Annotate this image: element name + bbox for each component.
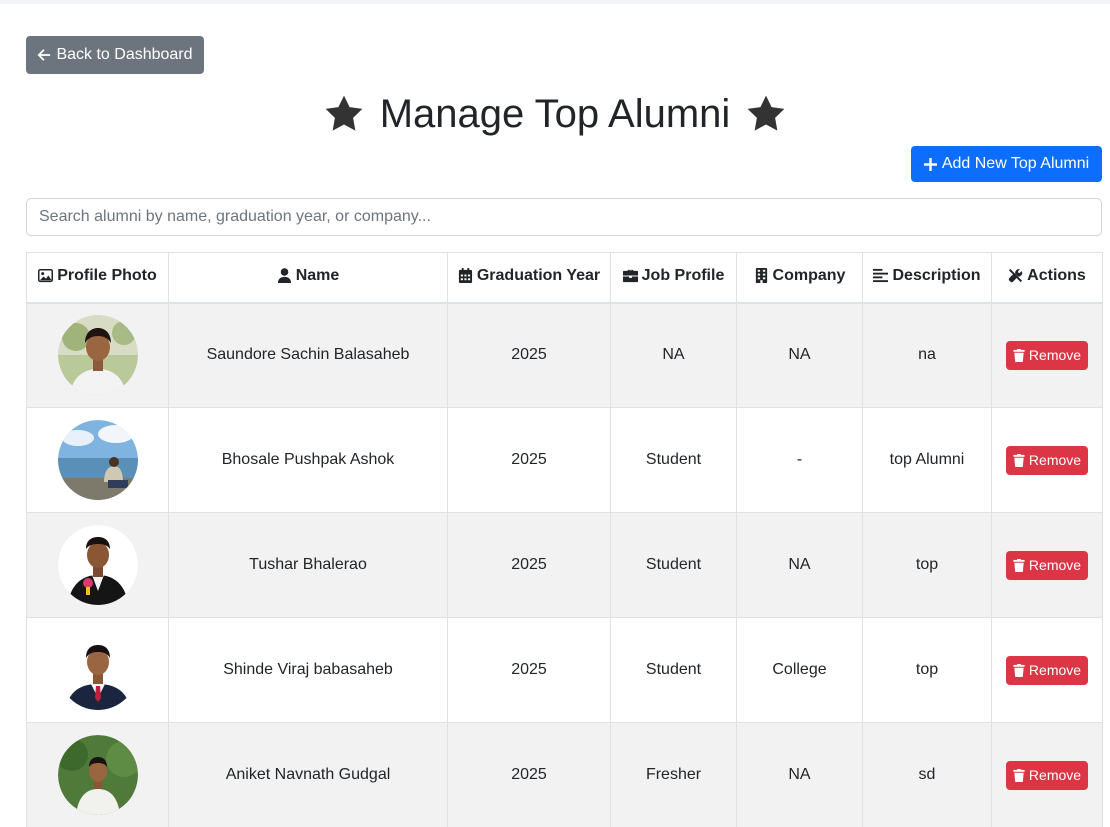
- trash-icon: [1013, 453, 1025, 467]
- add-top-alumni-label: Add New Top Alumni: [941, 155, 1090, 172]
- profile-photo: [57, 420, 138, 500]
- job-profile: Student: [610, 407, 737, 513]
- align-left-icon: [873, 268, 889, 283]
- profile-photo: [57, 525, 138, 605]
- company: NA: [736, 512, 863, 618]
- job-profile: NA: [610, 302, 737, 408]
- back-to-dashboard-label: Back to Dashboard: [56, 46, 193, 63]
- company: NA: [736, 302, 863, 408]
- remove-button[interactable]: Remove: [1006, 655, 1088, 685]
- user-icon: [277, 268, 291, 283]
- table-header-row: Profile Photo Name Graduation Year Job P…: [26, 252, 1103, 304]
- header-name[interactable]: Name: [168, 252, 448, 304]
- back-to-dashboard-button[interactable]: Back to Dashboard: [26, 36, 204, 74]
- building-icon: [755, 268, 767, 283]
- profile-photo: [57, 630, 138, 710]
- header-description[interactable]: Description: [862, 252, 992, 304]
- graduation-year: 2025: [447, 302, 611, 408]
- alumni-name: Bhosale Pushpak Ashok: [168, 407, 448, 513]
- add-top-alumni-button[interactable]: Add New Top Alumni: [911, 146, 1102, 182]
- description: na: [862, 302, 992, 408]
- description: top: [862, 512, 992, 618]
- header-job-profile[interactable]: Job Profile: [610, 252, 737, 304]
- header-actions: Actions: [991, 252, 1103, 304]
- profile-photo: [57, 315, 138, 396]
- plus-icon: [923, 157, 937, 171]
- page-title: Manage Top Alumni: [0, 88, 1110, 140]
- remove-button[interactable]: Remove: [1006, 550, 1088, 580]
- briefcase-icon: [622, 269, 638, 283]
- job-profile: Fresher: [610, 722, 737, 827]
- table-row: Aniket Navnath Gudgal 2025 Fresher NA sd…: [26, 722, 1103, 827]
- alumni-name: Saundore Sachin Balasaheb: [168, 302, 448, 408]
- company: College: [736, 617, 863, 723]
- star-icon: [325, 95, 363, 131]
- graduation-year: 2025: [447, 407, 611, 513]
- trash-icon: [1013, 558, 1025, 572]
- header-company[interactable]: Company: [736, 252, 863, 304]
- trash-icon: [1013, 663, 1025, 677]
- table-row: Bhosale Pushpak Ashok 2025 Student - top…: [26, 407, 1103, 513]
- top-border: [0, 0, 1110, 4]
- alumni-name: Tushar Bhalerao: [168, 512, 448, 618]
- remove-button[interactable]: Remove: [1006, 340, 1088, 370]
- star-icon: [747, 95, 785, 131]
- search-input[interactable]: [26, 198, 1102, 236]
- alumni-table: Profile Photo Name Graduation Year Job P…: [26, 252, 1103, 827]
- job-profile: Student: [610, 512, 737, 618]
- table-row: Tushar Bhalerao 2025 Student NA top Remo…: [26, 512, 1103, 618]
- calendar-icon: [458, 268, 472, 283]
- job-profile: Student: [610, 617, 737, 723]
- graduation-year: 2025: [447, 617, 611, 723]
- description: top: [862, 617, 992, 723]
- tools-icon: [1009, 268, 1023, 283]
- description: top Alumni: [862, 407, 992, 513]
- image-icon: [38, 268, 54, 283]
- description: sd: [862, 722, 992, 827]
- page-title-text: Manage Top Alumni: [379, 91, 731, 136]
- remove-button[interactable]: Remove: [1006, 445, 1088, 475]
- graduation-year: 2025: [447, 722, 611, 827]
- alumni-name: Shinde Viraj babasaheb: [168, 617, 448, 723]
- profile-photo: [57, 735, 138, 815]
- trash-icon: [1013, 768, 1025, 782]
- alumni-name: Aniket Navnath Gudgal: [168, 722, 448, 827]
- table-row: Saundore Sachin Balasaheb 2025 NA NA na …: [26, 302, 1103, 408]
- company: NA: [736, 722, 863, 827]
- header-profile-photo[interactable]: Profile Photo: [26, 252, 169, 304]
- company: -: [736, 407, 863, 513]
- graduation-year: 2025: [447, 512, 611, 618]
- trash-icon: [1013, 348, 1025, 362]
- table-row: Shinde Viraj babasaheb 2025 Student Coll…: [26, 617, 1103, 723]
- header-graduation-year[interactable]: Graduation Year: [447, 252, 611, 304]
- remove-button[interactable]: Remove: [1006, 760, 1088, 790]
- arrow-left-icon: [37, 49, 51, 61]
